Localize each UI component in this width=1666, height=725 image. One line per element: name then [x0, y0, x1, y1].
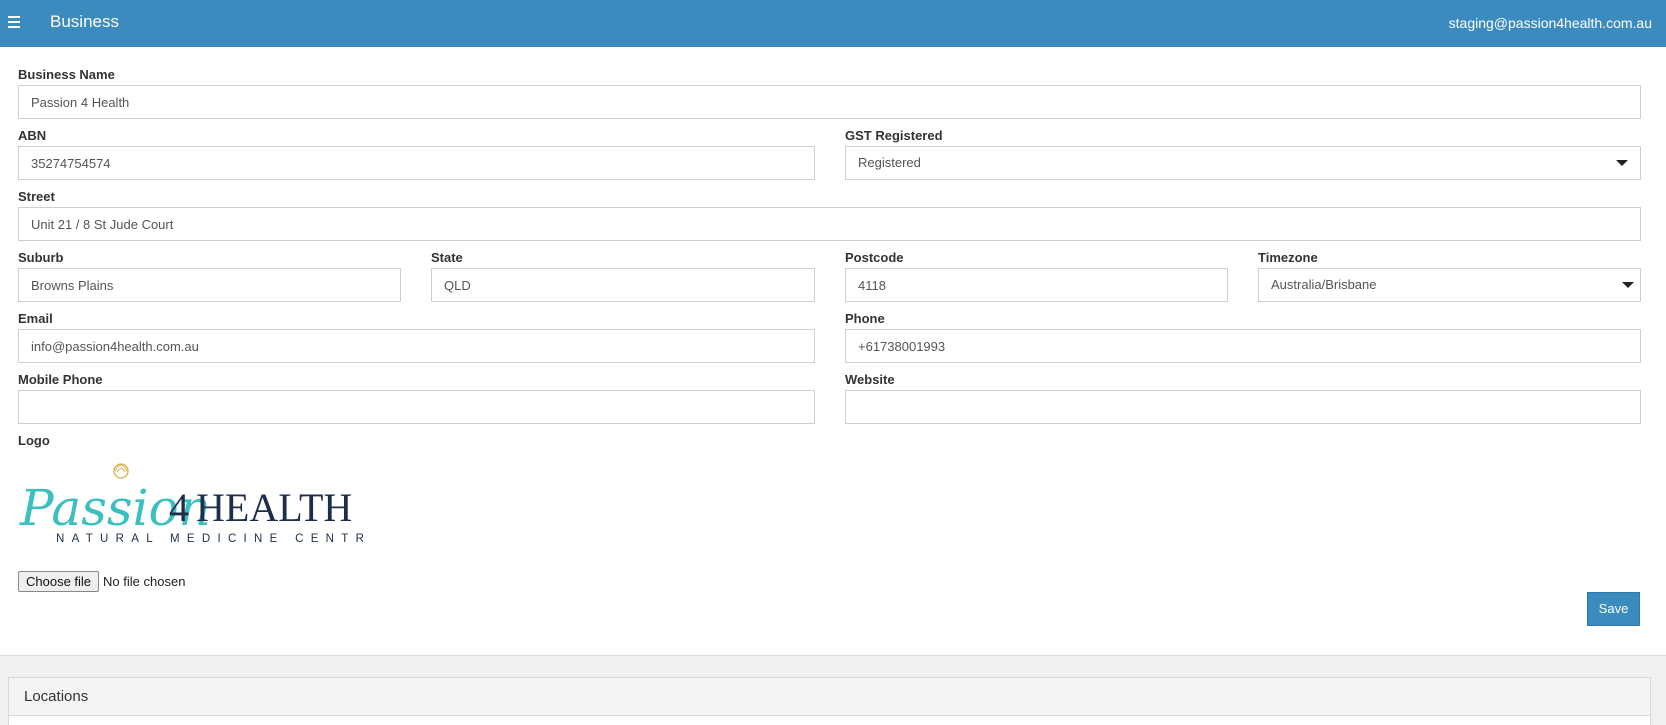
mobile-phone-label: Mobile Phone [18, 372, 103, 387]
chevron-down-icon [1616, 160, 1628, 166]
timezone-label: Timezone [1258, 250, 1318, 265]
choose-file-button[interactable]: Choose file [18, 571, 100, 592]
timezone-value: Australia/Brisbane [1271, 277, 1377, 292]
phone-input[interactable] [845, 329, 1641, 363]
hamburger-icon[interactable] [8, 12, 24, 34]
save-button[interactable]: Save [1587, 592, 1640, 626]
street-label: Street [18, 189, 55, 204]
lotus-icon [113, 463, 129, 479]
state-input[interactable] [431, 268, 815, 302]
file-status: No file chosen [103, 574, 186, 589]
locations-title: Locations [24, 688, 89, 705]
top-navbar: Business staging@passion4health.com.au [0, 0, 1666, 47]
mobile-phone-input[interactable] [18, 390, 815, 424]
email-input[interactable] [18, 329, 815, 363]
logo-word-text: HEALTH [196, 485, 352, 530]
business-name-input[interactable] [18, 85, 1641, 119]
file-upload: Choose file No file chosen [18, 571, 185, 592]
timezone-select[interactable]: Australia/Brisbane [1258, 268, 1641, 302]
business-name-label: Business Name [18, 67, 115, 82]
website-label: Website [845, 372, 895, 387]
suburb-input[interactable] [18, 268, 401, 302]
logo-number-text: 4 [169, 485, 189, 530]
abn-label: ABN [18, 128, 47, 143]
suburb-label: Suburb [18, 250, 64, 265]
website-input[interactable] [845, 390, 1641, 424]
logo-label: Logo [18, 433, 50, 448]
locations-panel-body [8, 716, 1651, 725]
postcode-label: Postcode [845, 250, 904, 265]
postcode-input[interactable] [845, 268, 1228, 302]
logo-tagline: NATURAL MEDICINE CENTRE [56, 533, 370, 545]
chevron-down-icon [1622, 282, 1634, 288]
street-input[interactable] [18, 207, 1641, 241]
gst-registered-select[interactable]: Registered [845, 146, 1641, 180]
email-label: Email [18, 311, 53, 326]
state-label: State [431, 250, 463, 265]
business-form-panel: Business Name ABN GST Registered Registe… [0, 47, 1666, 656]
gst-registered-value: Registered [858, 155, 921, 170]
locations-panel-header[interactable]: Locations [8, 677, 1651, 716]
user-email[interactable]: staging@passion4health.com.au [1449, 15, 1652, 31]
page-title: Business [50, 12, 119, 31]
business-logo: Passion 4 HEALTH NATURAL MEDICINE CENTRE [19, 463, 370, 545]
abn-input[interactable] [18, 146, 815, 180]
gst-registered-label: GST Registered [845, 128, 943, 143]
phone-label: Phone [845, 311, 885, 326]
